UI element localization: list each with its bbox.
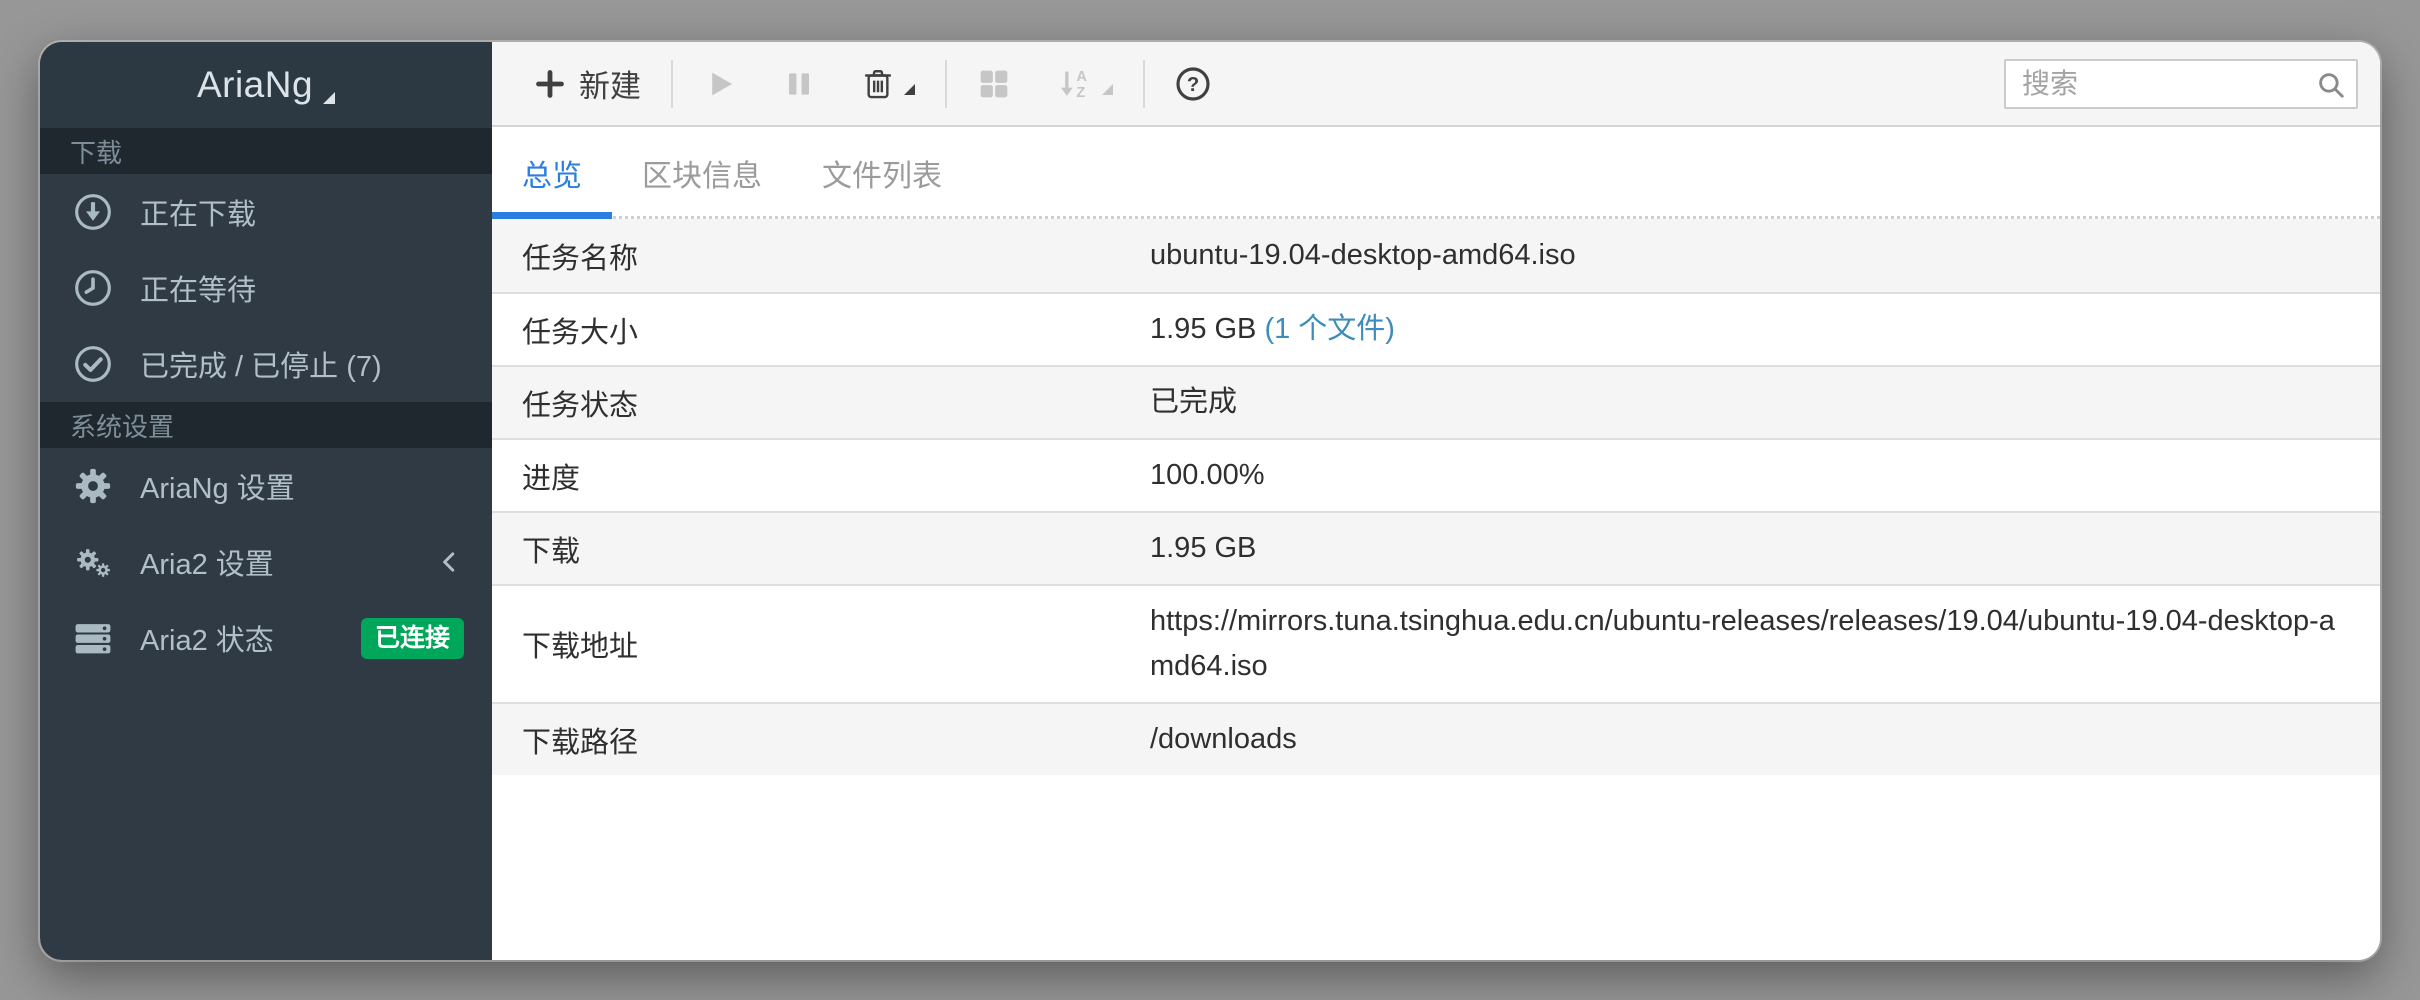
row-label: 任务名称	[492, 235, 1150, 277]
svg-text:?: ?	[1187, 74, 1199, 96]
table-row-task-status: 任务状态 已完成	[492, 365, 2380, 438]
question-circle-icon: ?	[1175, 66, 1211, 102]
status-badge: 已连接	[361, 618, 464, 659]
row-value: 100.00%	[1150, 453, 2344, 498]
gear-icon	[74, 467, 112, 505]
search-box	[2004, 59, 2358, 109]
brand-title: AriaNg	[197, 64, 313, 106]
tab-pieces[interactable]: 区块信息	[612, 127, 792, 219]
toolbar: 新建	[492, 42, 2380, 127]
svg-text:A: A	[1076, 69, 1087, 85]
dropdown-caret-icon	[904, 84, 915, 95]
check-circle-icon	[74, 345, 112, 383]
grid-icon	[977, 67, 1011, 101]
arrow-circle-down-icon	[74, 193, 112, 231]
row-label: 任务状态	[492, 382, 1150, 424]
brand-header[interactable]: AriaNg	[40, 42, 492, 128]
sidebar-item-label: Aria2 状态	[140, 617, 274, 659]
row-label: 下载	[492, 528, 1150, 570]
task-detail-table: 任务名称 ubuntu-19.04-desktop-amd64.iso 任务大小…	[492, 219, 2380, 960]
server-icon	[74, 619, 112, 657]
pause-task-button[interactable]	[777, 68, 821, 100]
sort-button[interactable]: AZ	[1051, 67, 1119, 101]
row-value: https://mirrors.tuna.tsinghua.edu.cn/ubu…	[1150, 599, 2344, 689]
sidebar-section-download: 下载	[40, 128, 492, 174]
sidebar-section-label: 下载	[70, 133, 122, 170]
table-row-task-size: 任务大小 1.95 GB (1 个文件)	[492, 292, 2380, 365]
pause-icon	[783, 68, 815, 100]
tab-bar: 总览 区块信息 文件列表	[492, 127, 2380, 219]
svg-text:Z: Z	[1076, 85, 1085, 101]
sidebar-item-downloading[interactable]: 正在下载	[40, 174, 492, 250]
sidebar-item-label: 正在下载	[140, 191, 256, 233]
toolbar-separator	[1143, 60, 1145, 108]
search-input[interactable]	[2004, 59, 2358, 109]
trash-icon	[861, 67, 895, 101]
sidebar-item-label: 已完成 / 已停止 (7)	[140, 343, 382, 385]
sort-alpha-icon: AZ	[1057, 67, 1093, 101]
start-task-button[interactable]	[697, 67, 743, 101]
row-label: 任务大小	[492, 309, 1150, 351]
toolbar-separator	[671, 60, 673, 108]
row-label: 进度	[492, 455, 1150, 497]
row-value: ubuntu-19.04-desktop-amd64.iso	[1150, 233, 2344, 278]
sidebar-item-aria2-status[interactable]: Aria2 状态 已连接	[40, 600, 492, 676]
toolbar-separator	[945, 60, 947, 108]
chevron-left-icon[interactable]	[434, 547, 464, 577]
gears-icon	[74, 543, 112, 581]
tab-label: 总览	[522, 151, 582, 195]
ariang-window: AriaNg 下载 正在下载 正在等待 已完成 / 已停止 (7) 系统设置	[40, 42, 2380, 960]
search-icon	[2316, 70, 2346, 105]
row-value: 1.95 GB (1 个文件)	[1150, 307, 2344, 352]
sidebar-section-settings: 系统设置	[40, 402, 492, 448]
table-row-task-name: 任务名称 ubuntu-19.04-desktop-amd64.iso	[492, 219, 2380, 292]
sidebar-item-waiting[interactable]: 正在等待	[40, 250, 492, 326]
sidebar: AriaNg 下载 正在下载 正在等待 已完成 / 已停止 (7) 系统设置	[40, 42, 492, 960]
file-count-link[interactable]: (1 个文件)	[1264, 313, 1395, 345]
table-row-download-url: 下载地址 https://mirrors.tuna.tsinghua.edu.c…	[492, 584, 2380, 702]
sidebar-item-stopped[interactable]: 已完成 / 已停止 (7)	[40, 326, 492, 402]
sidebar-item-label: AriaNg 设置	[140, 465, 295, 507]
sidebar-item-label: 正在等待	[140, 267, 256, 309]
tab-overview[interactable]: 总览	[492, 127, 612, 219]
size-value: 1.95 GB	[1150, 313, 1256, 345]
table-row-downloaded: 下载 1.95 GB	[492, 511, 2380, 584]
row-value: /downloads	[1150, 717, 2344, 762]
sidebar-item-ariang-settings[interactable]: AriaNg 设置	[40, 448, 492, 524]
row-label: 下载路径	[492, 719, 1150, 761]
plus-icon	[534, 68, 566, 100]
new-task-button[interactable]: 新建	[528, 61, 647, 106]
tab-label: 区块信息	[642, 151, 762, 195]
brand-caret-icon	[323, 92, 335, 104]
table-row-progress: 进度 100.00%	[492, 438, 2380, 511]
row-value: 1.95 GB	[1150, 526, 2344, 571]
row-label: 下载地址	[492, 623, 1150, 665]
dropdown-caret-icon	[1102, 84, 1113, 95]
main-content: 新建	[492, 42, 2380, 960]
table-row-download-path: 下载路径 /downloads	[492, 702, 2380, 775]
tab-label: 文件列表	[822, 151, 942, 195]
delete-task-button[interactable]	[855, 67, 921, 101]
play-icon	[703, 67, 737, 101]
sidebar-item-aria2-settings[interactable]: Aria2 设置	[40, 524, 492, 600]
help-button[interactable]: ?	[1169, 66, 1217, 102]
new-task-label: 新建	[579, 61, 641, 106]
sidebar-item-label: Aria2 设置	[140, 541, 274, 583]
tab-files[interactable]: 文件列表	[792, 127, 972, 219]
sidebar-section-label: 系统设置	[70, 407, 174, 444]
row-value: 已完成	[1150, 380, 2344, 425]
clock-icon	[74, 269, 112, 307]
display-order-button[interactable]	[971, 67, 1017, 101]
